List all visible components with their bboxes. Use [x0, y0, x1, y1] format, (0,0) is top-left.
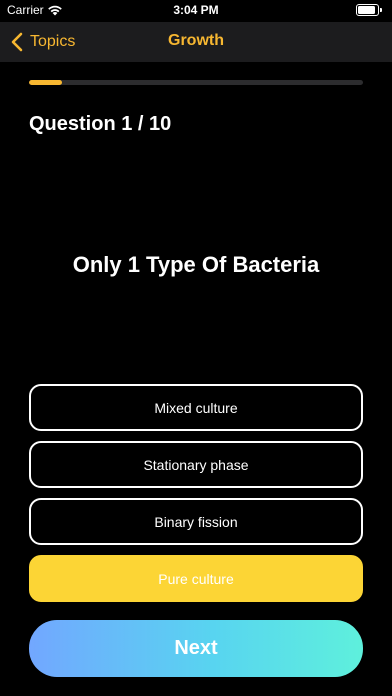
answer-option-binary-fission[interactable]: Binary fission	[29, 498, 363, 545]
navigation-bar: Topics Growth	[0, 22, 392, 62]
question-counter: Question 1 / 10	[29, 113, 172, 135]
status-time: 3:04 PM	[173, 3, 219, 17]
answer-option-mixed-culture[interactable]: Mixed culture	[29, 384, 363, 431]
progress-bar	[29, 80, 363, 85]
question-text: Only 1 Type Of Bacteria	[72, 252, 320, 277]
next-button[interactable]: Next	[29, 620, 363, 677]
answer-option-stationary-phase[interactable]: Stationary phase	[29, 441, 363, 488]
progress-fill	[29, 80, 63, 85]
battery-icon	[356, 4, 382, 16]
nav-title: Growth	[168, 32, 224, 49]
answer-option-pure-culture[interactable]: Pure culture	[29, 555, 363, 602]
status-bar: Carrier 3:04 PM	[0, 0, 392, 22]
answer-list: Mixed culture Stationary phase Binary fi…	[29, 384, 363, 612]
